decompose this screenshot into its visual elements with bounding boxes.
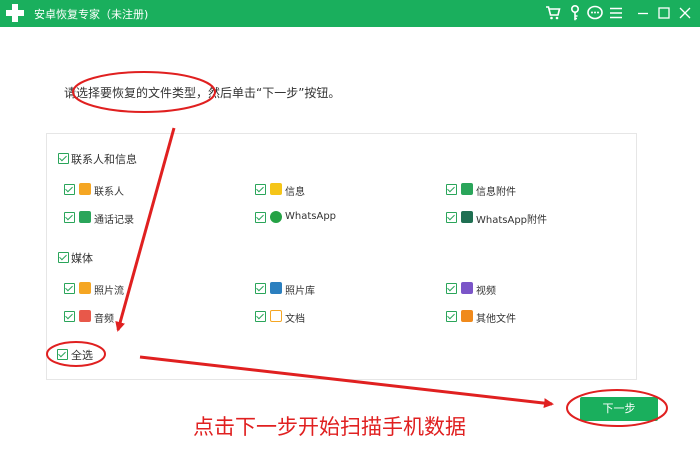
message-icon	[270, 183, 282, 195]
annotation-text: 点击下一步开始扫描手机数据	[193, 415, 466, 439]
maximize-icon[interactable]	[655, 4, 673, 22]
cart-icon[interactable]	[544, 4, 562, 22]
app-title: 安卓恢复专家（未注册)	[34, 8, 149, 21]
phone-icon	[79, 211, 91, 223]
group-contacts-label: 联系人和信息	[71, 153, 137, 166]
item-other-files-checkbox[interactable]	[446, 311, 457, 322]
item-photo-library-label: 照片库	[285, 286, 315, 297]
chat-icon[interactable]	[586, 4, 604, 22]
whatsapp-attachment-icon	[461, 211, 473, 223]
item-message-attachments-checkbox[interactable]	[446, 184, 457, 195]
item-call-log-label: 通话记录	[94, 215, 134, 226]
key-icon[interactable]	[566, 4, 584, 22]
item-video-label: 视频	[476, 286, 496, 297]
item-documents-checkbox[interactable]	[255, 311, 266, 322]
item-whatsapp-attachments-checkbox[interactable]	[446, 212, 457, 223]
photo-library-icon	[270, 282, 282, 294]
item-whatsapp-attachments-label: WhatsApp附件	[476, 215, 548, 226]
contacts-icon	[79, 183, 91, 195]
item-audio-label: 音频	[94, 314, 114, 325]
item-audio-checkbox[interactable]	[64, 311, 75, 322]
item-whatsapp-checkbox[interactable]	[255, 212, 266, 223]
select-all-checkbox[interactable]	[57, 349, 68, 360]
app-logo-icon	[6, 4, 24, 22]
item-photo-library-checkbox[interactable]	[255, 283, 266, 294]
close-icon[interactable]	[676, 4, 694, 22]
title-bar: 安卓恢复专家（未注册)	[0, 0, 700, 27]
audio-icon	[79, 310, 91, 322]
group-media-label: 媒体	[71, 252, 93, 265]
item-messages-label: 信息	[285, 187, 305, 198]
item-contacts-label: 联系人	[94, 187, 124, 198]
next-button[interactable]: 下一步	[580, 397, 658, 421]
item-message-attachments-label: 信息附件	[476, 187, 516, 198]
video-icon	[461, 282, 473, 294]
photo-stream-icon	[79, 282, 91, 294]
item-whatsapp-label: WhatsApp	[285, 211, 337, 222]
item-photo-stream-label: 照片流	[94, 286, 124, 297]
instruction-text: 请选择要恢复的文件类型，然后单击“下一步”按钮。	[64, 86, 341, 100]
item-messages-checkbox[interactable]	[255, 184, 266, 195]
group-contacts-checkbox[interactable]	[58, 153, 69, 164]
document-icon	[270, 310, 282, 322]
item-documents-label: 文档	[285, 314, 305, 325]
attachment-icon	[461, 183, 473, 195]
group-media-checkbox[interactable]	[58, 252, 69, 263]
menu-icon[interactable]	[607, 4, 625, 22]
other-files-icon	[461, 310, 473, 322]
whatsapp-icon	[270, 211, 282, 223]
item-other-files-label: 其他文件	[476, 314, 516, 325]
file-type-panel: 联系人和信息 联系人 信息 信息附件 通话记录 WhatsApp WhatsAp…	[46, 133, 637, 380]
minimize-icon[interactable]	[634, 4, 652, 22]
item-video-checkbox[interactable]	[446, 283, 457, 294]
select-all-label: 全选	[71, 349, 93, 362]
item-contacts-checkbox[interactable]	[64, 184, 75, 195]
item-call-log-checkbox[interactable]	[64, 212, 75, 223]
item-photo-stream-checkbox[interactable]	[64, 283, 75, 294]
